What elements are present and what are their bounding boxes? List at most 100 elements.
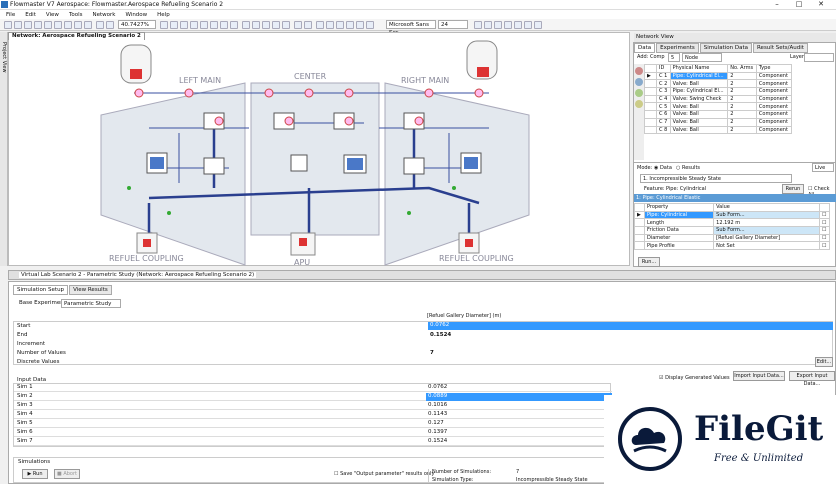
table-row[interactable]: Sim 1 0.0762 — [14, 384, 612, 392]
add-comp-select[interactable]: 5 — [668, 53, 680, 62]
copy-icon[interactable] — [34, 21, 42, 29]
base-experiment-select[interactable]: Parametric Study — [61, 299, 121, 308]
table-row[interactable]: C 4 Valve: Swing Check 2 Component — [644, 94, 793, 104]
image-icon[interactable] — [294, 21, 302, 29]
number-of-values-field[interactable]: 7 — [430, 350, 434, 356]
paste-icon[interactable] — [44, 21, 52, 29]
table-row[interactable]: Sim 6 0.1397 — [14, 429, 612, 437]
delete-icon[interactable] — [54, 21, 62, 29]
send-back-icon[interactable] — [366, 21, 374, 29]
node-select[interactable]: Node — [682, 53, 722, 62]
bring-front-icon[interactable] — [356, 21, 364, 29]
table-row[interactable]: Pipe Profile Not Set ☐ — [634, 241, 830, 251]
menu-network[interactable]: Network — [93, 12, 116, 18]
save-icon[interactable] — [4, 21, 12, 29]
layer-select[interactable] — [804, 53, 834, 62]
table-row[interactable]: Sim 3 0.1016 — [14, 402, 612, 410]
fill-icon[interactable] — [326, 21, 334, 29]
tab-result-sets[interactable]: Result Sets/Audit — [752, 43, 808, 53]
menu-help[interactable]: Help — [157, 12, 170, 18]
display-generated-checkbox[interactable]: ☑ Display Generated Values — [659, 375, 730, 381]
table-row[interactable]: C 7 Valve: Ball 2 Component — [644, 117, 793, 127]
minimize-icon[interactable]: – — [766, 0, 788, 9]
save-output-checkbox[interactable]: ☐ Save "Output parameter" results only — [334, 471, 434, 477]
table-row[interactable]: C 8 Valve: Ball 2 Component — [644, 125, 793, 135]
redo-icon[interactable] — [74, 21, 82, 29]
line-icon[interactable] — [242, 21, 250, 29]
table-row[interactable]: Sim 7 0.1524 — [14, 438, 612, 446]
table-row[interactable]: C 5 Valve: Ball 2 Component — [644, 102, 793, 112]
arc-icon[interactable] — [282, 21, 290, 29]
zoom-out-icon[interactable] — [106, 21, 114, 29]
filter-icon[interactable] — [635, 67, 643, 75]
live-select[interactable]: Live — [812, 163, 834, 172]
menu-edit[interactable]: Edit — [25, 12, 36, 18]
run-button[interactable]: Run... — [638, 257, 660, 267]
table-row[interactable]: ▶ Pipe: Cylindrical Sub Form... ☐ — [634, 210, 830, 220]
font-color-icon[interactable] — [346, 21, 354, 29]
tab-simulation-setup[interactable]: Simulation Setup — [13, 285, 69, 295]
table-row[interactable]: Length 12.192 m ☐ — [634, 218, 830, 228]
end-field[interactable]: 0.1524 — [430, 332, 451, 338]
export-input-button[interactable]: Export Input Data... — [789, 371, 835, 387]
font-select[interactable]: Microsoft Sans Ser — [386, 20, 436, 36]
table-row[interactable]: C 2 Valve: Ball 2 Component — [644, 79, 793, 89]
zoom-select[interactable]: 40.7427% — [118, 20, 156, 29]
polygon-icon[interactable] — [272, 21, 280, 29]
align-center-icon[interactable] — [514, 21, 522, 29]
table-row[interactable]: Friction Data Sub Form... ☐ — [634, 226, 830, 235]
table-row[interactable]: ▶ C 1 Pipe: Cylindrical El... 2 Component — [644, 71, 793, 81]
tab-view-results[interactable]: View Results — [69, 285, 112, 295]
align-right-icon[interactable] — [524, 21, 532, 29]
canvas-tab[interactable]: Network: Aerospace Refueling Scenario 2 — [8, 32, 145, 40]
layer-icon[interactable] — [190, 21, 198, 29]
line-color-icon[interactable] — [336, 21, 344, 29]
node-icon[interactable] — [200, 21, 208, 29]
project-view-tab[interactable]: Project View — [0, 32, 8, 266]
col-arms[interactable]: No. Arms — [727, 64, 757, 73]
grid-icon[interactable] — [170, 21, 178, 29]
tab-simulation-data[interactable]: Simulation Data — [699, 43, 752, 53]
virtual-lab-tab[interactable]: Virtual Lab Scenario 2 - Parametric Stud… — [19, 272, 257, 278]
tab-data[interactable]: Data — [634, 43, 656, 53]
import-input-button[interactable]: Import Input Data... — [733, 371, 785, 381]
text-icon[interactable] — [316, 21, 324, 29]
rect-icon[interactable] — [252, 21, 260, 29]
align-icon[interactable] — [180, 21, 188, 29]
table-row[interactable]: C 3 Pipe: Cylindrical El... 2 Component — [644, 87, 793, 96]
underline-icon[interactable] — [494, 21, 502, 29]
mode-data-radio[interactable]: ◉ Data — [654, 165, 672, 171]
edit-button[interactable]: Edit... — [815, 357, 833, 367]
view-icon[interactable] — [635, 100, 643, 108]
fit-icon[interactable] — [160, 21, 168, 29]
component-icon[interactable] — [210, 21, 218, 29]
col-physical-name[interactable]: Physical Name — [669, 64, 729, 73]
maximize-icon[interactable]: □ — [788, 0, 810, 9]
close-icon[interactable]: ✕ — [810, 0, 832, 9]
table-row[interactable]: Sim 4 0.1143 — [14, 411, 612, 419]
menu-tools[interactable]: Tools — [69, 12, 83, 18]
ellipse-icon[interactable] — [262, 21, 270, 29]
sort-icon[interactable] — [635, 89, 643, 97]
mode-results-radio[interactable]: ○ Results — [676, 165, 700, 171]
menu-window[interactable]: Window — [125, 12, 147, 18]
pointer-icon[interactable] — [230, 21, 238, 29]
scenario-select[interactable]: 1. Incompressible Steady State — [640, 174, 792, 183]
align-left-icon[interactable] — [504, 21, 512, 29]
color-picker-icon[interactable] — [534, 21, 542, 29]
table-row[interactable]: C 6 Valve: Ball 2 Component — [644, 110, 793, 119]
splitter[interactable] — [634, 162, 836, 163]
table-row[interactable]: Sim 2 0.0889 — [14, 393, 612, 401]
network-canvas[interactable]: LEFT MAIN CENTER RIGHT MAIN REFUEL COUPL… — [8, 32, 631, 267]
table-row[interactable]: Sim 5 0.127 — [14, 420, 612, 428]
menu-file[interactable]: File — [6, 12, 15, 18]
table-row[interactable]: Diameter [Refuel Gallery Diameter] ☐ — [634, 233, 830, 243]
menu-view[interactable]: View — [46, 12, 59, 18]
cut-icon[interactable] — [24, 21, 32, 29]
network-diagram[interactable] — [9, 33, 631, 267]
pipe-icon[interactable] — [220, 21, 228, 29]
find-icon[interactable] — [84, 21, 92, 29]
abort-button[interactable]: ■ Abort — [54, 469, 80, 479]
start-field[interactable]: 0.0762 — [428, 322, 833, 330]
print-icon[interactable] — [14, 21, 22, 29]
